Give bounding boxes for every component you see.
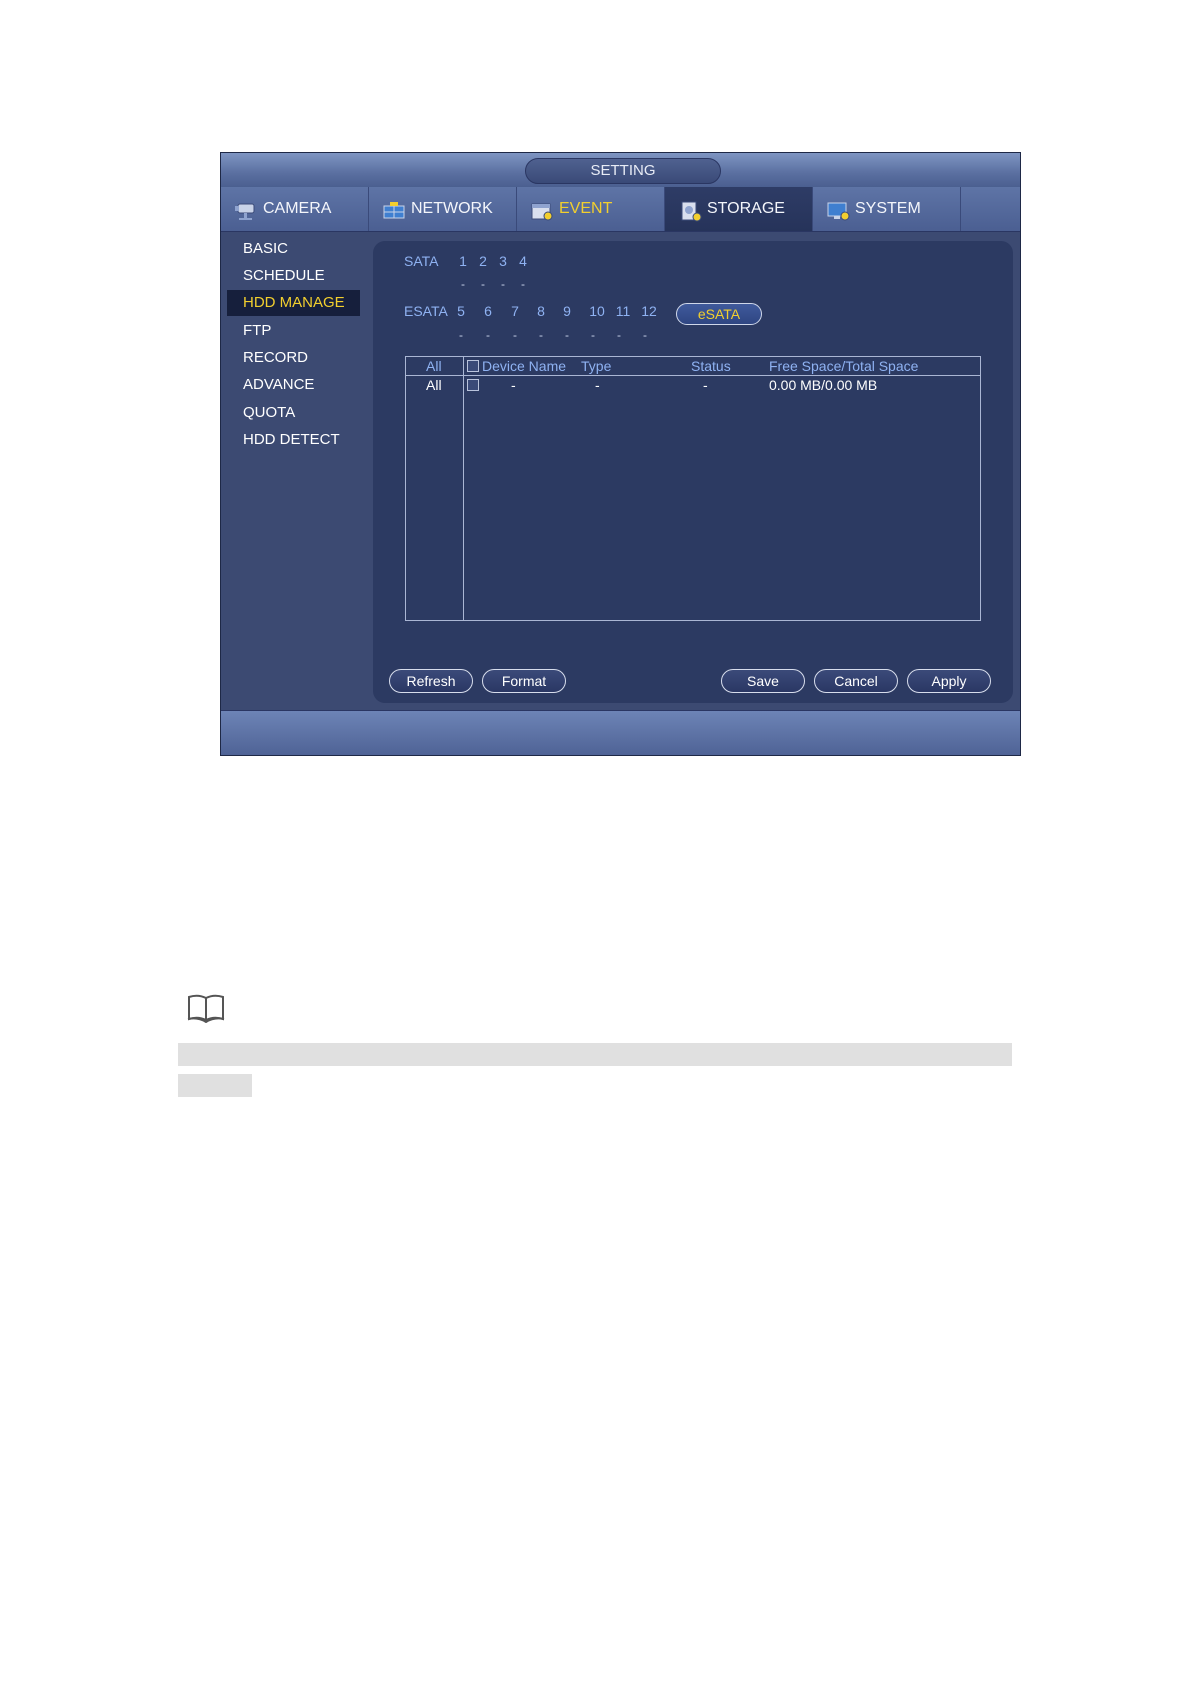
sata-port-status: - xyxy=(521,277,525,291)
esata-port-status: - xyxy=(459,328,463,342)
header-status: Status xyxy=(691,358,731,374)
tab-system-label: SYSTEM xyxy=(855,200,921,217)
header-space: Free Space/Total Space xyxy=(769,358,919,374)
table-header-divider xyxy=(406,375,980,376)
esata-port-status: - xyxy=(513,328,517,342)
row-type: - xyxy=(595,377,600,393)
note-highlight-line xyxy=(178,1043,1012,1066)
esata-port-status: - xyxy=(565,328,569,342)
hdd-table: All Device Name Type Status Free Space/T… xyxy=(405,356,981,621)
network-icon xyxy=(381,196,407,219)
sata-label: SATA xyxy=(404,253,439,269)
esata-port[interactable]: 6 xyxy=(478,303,498,319)
menu-item-advance[interactable]: ADVANCE xyxy=(227,372,360,398)
note-highlight-line xyxy=(178,1074,252,1097)
tab-bar: CAMERA NETWORK EVENT STORAGE SYSTEM xyxy=(221,187,1020,232)
sata-port[interactable]: 4 xyxy=(513,253,533,269)
esata-port[interactable]: 12 xyxy=(639,303,659,319)
menu-item-basic[interactable]: BASIC xyxy=(227,236,360,262)
tab-event-label: EVENT xyxy=(559,200,613,217)
sata-port-status: - xyxy=(461,277,465,291)
menu-item-record[interactable]: RECORD xyxy=(227,345,360,371)
esata-port-status: - xyxy=(486,328,490,342)
bottom-bar xyxy=(221,710,1020,755)
sata-port-status: - xyxy=(501,277,505,291)
row-status: - xyxy=(703,377,708,393)
header-device-name: Device Name xyxy=(482,358,567,374)
dvr-settings-window: SETTING CAMERA NETWORK EVENT STORAGE SYS… xyxy=(220,152,1021,756)
tab-camera-label: CAMERA xyxy=(263,200,332,217)
row-space: 0.00 MB/0.00 MB xyxy=(769,377,878,393)
tab-network[interactable]: NETWORK xyxy=(369,187,517,231)
header-type: Type xyxy=(581,358,612,374)
camera-icon xyxy=(233,196,259,220)
system-icon xyxy=(825,196,851,221)
esata-port-status: - xyxy=(643,328,647,342)
save-button[interactable]: Save xyxy=(721,669,805,693)
esata-label: ESATA xyxy=(404,303,448,319)
row-device-name: - xyxy=(511,377,516,393)
menu-item-schedule[interactable]: SCHEDULE xyxy=(227,263,360,289)
esata-port[interactable]: 7 xyxy=(505,303,525,319)
table-divider xyxy=(463,357,464,620)
select-all-checkbox[interactable] xyxy=(467,360,479,372)
menu-item-hdd-manage[interactable]: HDD MANAGE xyxy=(227,290,360,316)
row-checkbox[interactable] xyxy=(467,379,479,391)
esata-port[interactable]: 9 xyxy=(557,303,577,319)
sata-port-status: - xyxy=(481,277,485,291)
esata-port-status: - xyxy=(617,328,621,342)
sata-port[interactable]: 2 xyxy=(473,253,493,269)
menu-item-ftp[interactable]: FTP xyxy=(227,318,360,344)
tab-system[interactable]: SYSTEM xyxy=(813,187,961,231)
tab-storage-label: STORAGE xyxy=(707,200,785,217)
sata-port[interactable]: 3 xyxy=(493,253,513,269)
tab-event[interactable]: EVENT xyxy=(517,187,665,231)
refresh-button[interactable]: Refresh xyxy=(389,669,473,693)
header-all: All xyxy=(426,358,442,374)
tab-network-label: NETWORK xyxy=(411,200,493,217)
format-button[interactable]: Format xyxy=(482,669,566,693)
title-bar: SETTING xyxy=(221,153,1020,187)
cancel-button[interactable]: Cancel xyxy=(814,669,898,693)
esata-port[interactable]: 11 xyxy=(613,303,633,319)
esata-port[interactable]: 8 xyxy=(531,303,551,319)
tab-camera[interactable]: CAMERA xyxy=(221,187,369,231)
row-all: All xyxy=(426,377,442,393)
esata-button[interactable]: eSATA xyxy=(676,303,762,325)
window-title: SETTING xyxy=(525,158,721,184)
tab-storage[interactable]: STORAGE xyxy=(665,187,813,231)
book-icon xyxy=(186,993,226,1024)
esata-port[interactable]: 10 xyxy=(587,303,607,319)
menu-item-quota[interactable]: QUOTA xyxy=(227,400,360,426)
menu-item-hdd-detect[interactable]: HDD DETECT xyxy=(227,427,360,453)
event-icon xyxy=(529,196,555,221)
hdd-manage-panel: SATA 1 2 3 4 - - - - ESATA 5 6 7 8 9 10 … xyxy=(373,241,1013,703)
sata-port[interactable]: 1 xyxy=(453,253,473,269)
apply-button[interactable]: Apply xyxy=(907,669,991,693)
storage-icon xyxy=(677,196,703,222)
left-menu: BASIC SCHEDULE HDD MANAGE FTP RECORD ADV… xyxy=(221,232,371,712)
esata-port-status: - xyxy=(591,328,595,342)
esata-port-status: - xyxy=(539,328,543,342)
esata-port[interactable]: 5 xyxy=(451,303,471,319)
